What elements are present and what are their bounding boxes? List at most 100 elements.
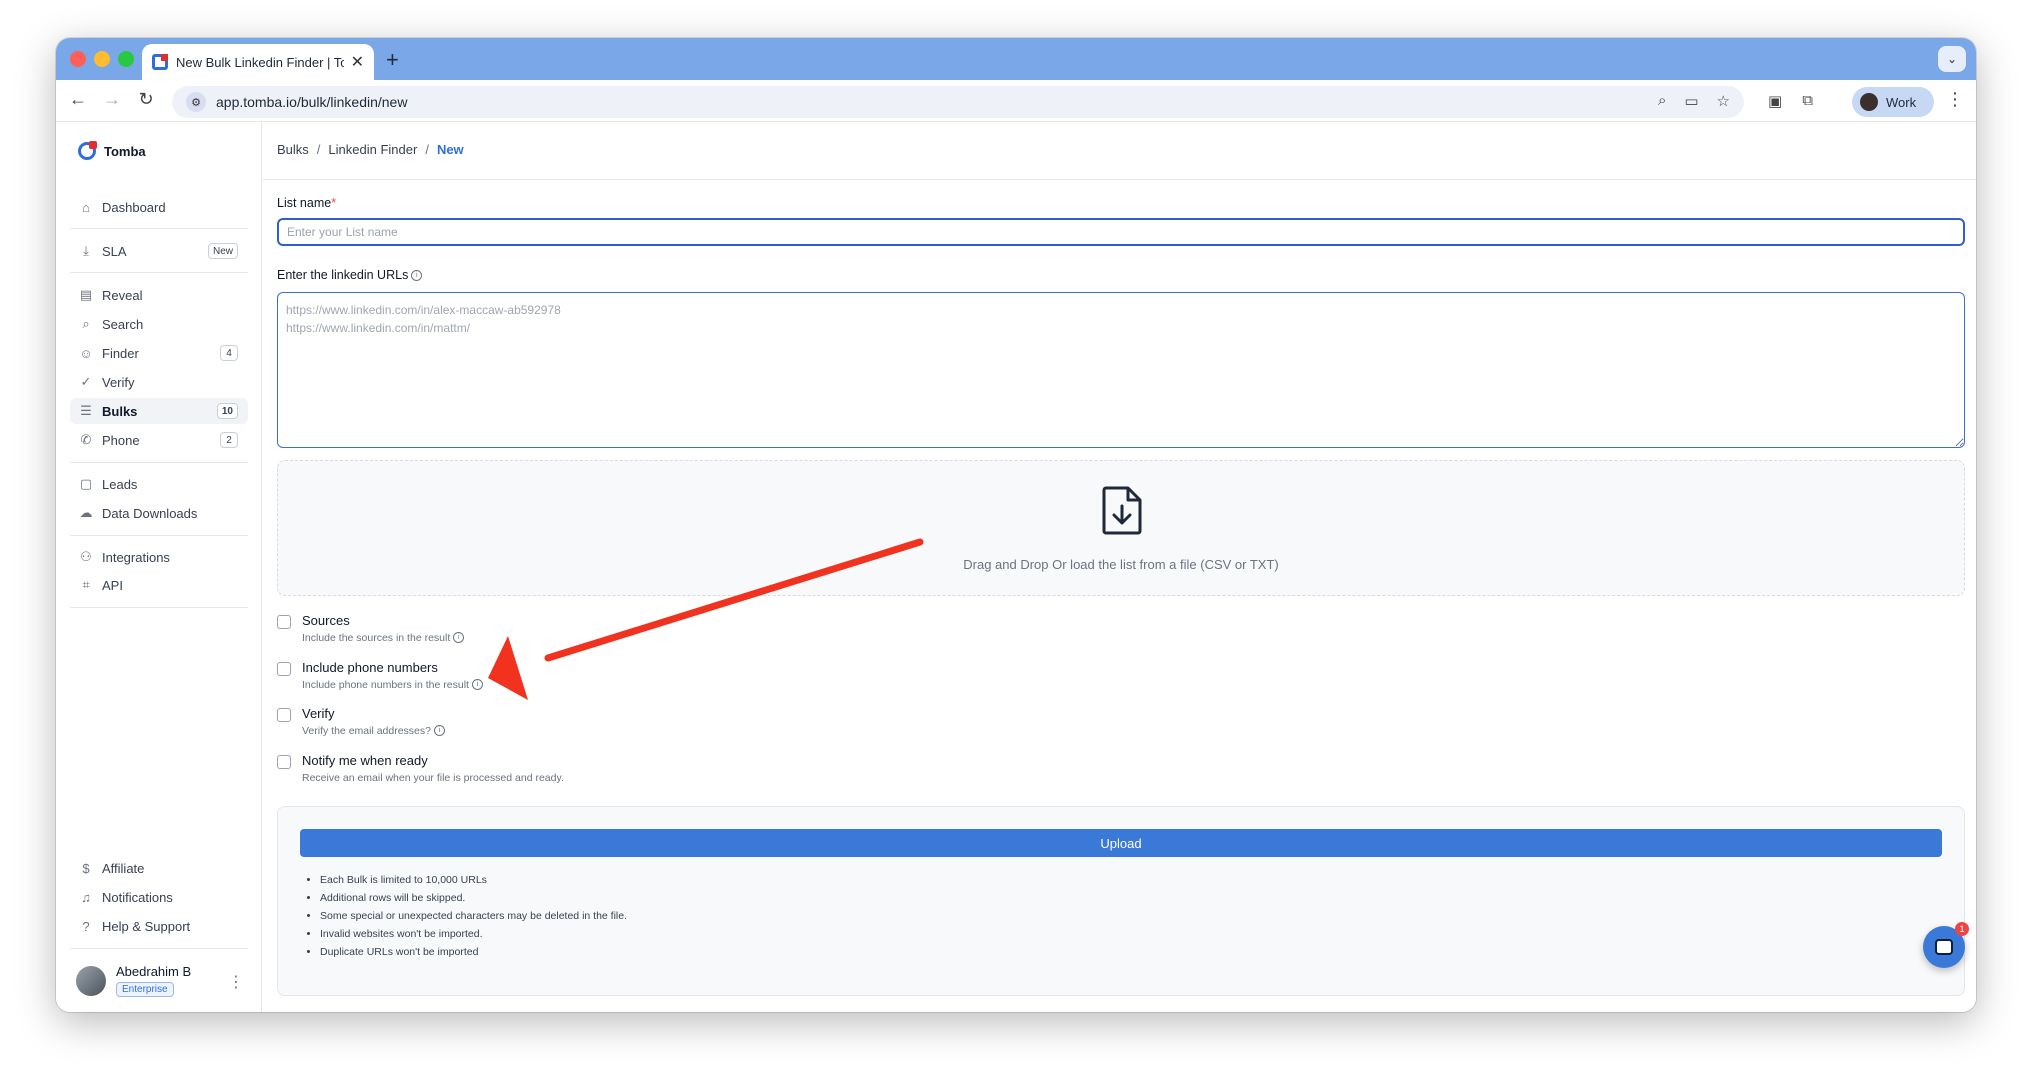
sidebar-item-label: Reveal: [102, 287, 143, 303]
divider: [70, 272, 248, 273]
note-item: Some special or unexpected characters ma…: [320, 907, 627, 925]
bell-icon: ♫: [81, 889, 91, 905]
info-icon[interactable]: i: [453, 632, 465, 643]
sidebar-item-dashboard[interactable]: ⌂ Dashboard: [70, 194, 248, 220]
maximize-window-button[interactable]: [118, 51, 134, 67]
avatar: [76, 965, 106, 996]
sidebar-item-integrations[interactable]: ⚇ Integrations: [70, 544, 248, 570]
info-icon[interactable]: i: [433, 725, 445, 736]
sidebar-item-label: Help & Support: [102, 918, 191, 934]
header-divider: [263, 179, 1976, 180]
code-icon: ⌗: [82, 577, 90, 592]
extensions-puzzle-icon[interactable]: ⧉: [1802, 92, 1813, 110]
sidebar-item-label: API: [102, 577, 123, 593]
option-desc: Receive an email when your file is proce…: [302, 772, 564, 784]
tab-search-button[interactable]: ⌄: [1938, 46, 1966, 72]
note-item: Invalid websites won't be imported.: [320, 925, 627, 943]
lead-file-icon: ▢: [79, 476, 93, 491]
brand[interactable]: Tomba: [78, 141, 146, 160]
info-icon[interactable]: i: [411, 270, 423, 281]
user-name: Abedrahim B: [116, 964, 192, 979]
user-profile[interactable]: Abedrahim B Enterprise: [76, 964, 191, 997]
breadcrumb: Bulks / Linkedin Finder / New: [277, 142, 464, 157]
close-icon[interactable]: ✕: [351, 52, 364, 72]
info-icon[interactable]: i: [471, 679, 483, 690]
option-desc: Verify the email addresses? i: [302, 725, 445, 737]
upload-button[interactable]: Upload: [300, 829, 1942, 857]
profile-avatar: [1860, 93, 1878, 111]
sidebar-item-api[interactable]: ⌗ API: [70, 572, 248, 598]
sidebar-item-reveal[interactable]: ▤ Reveal: [70, 282, 248, 308]
extension-tomba-icon[interactable]: ▣: [1768, 92, 1782, 110]
urls-label: Enter the linkedin URLs i: [277, 268, 423, 282]
sidebar-item-label: Verify: [102, 374, 135, 390]
option-notify: Notify me when ready Receive an email wh…: [277, 753, 564, 784]
site-settings-icon[interactable]: ⚙: [186, 92, 206, 112]
list-name-input[interactable]: [277, 218, 1965, 246]
breadcrumb-bulks[interactable]: Bulks: [277, 142, 309, 157]
download-icon: ⤓: [83, 243, 89, 258]
phone-icon: ✆: [80, 432, 92, 447]
profile-label: Work: [1886, 94, 1917, 110]
tomba-logo-icon: [78, 141, 97, 160]
sidebar-item-verify[interactable]: ✓ Verify: [70, 369, 248, 395]
new-tab-button[interactable]: +: [386, 47, 399, 73]
option-title: Sources: [302, 613, 350, 628]
cloud-icon: ☁: [79, 505, 93, 520]
sidebar-item-bulks[interactable]: ☰ Bulks 10: [70, 398, 248, 424]
breadcrumb-separator: /: [316, 142, 321, 157]
note-item: Duplicate URLs won't be imported: [320, 943, 627, 961]
file-download-icon: [1102, 486, 1142, 535]
breadcrumb-linkedin-finder[interactable]: Linkedin Finder: [328, 142, 417, 157]
address-bar[interactable]: ⚙ app.tomba.io/bulk/linkedin/new ⌕ ▭ ☆: [172, 86, 1744, 118]
sidebar-item-notifications[interactable]: ♫ Notifications: [70, 884, 248, 910]
tab-title: New Bulk Linkedin Finder | To: [176, 54, 344, 70]
browser-tab[interactable]: New Bulk Linkedin Finder | To ✕: [142, 44, 374, 80]
sources-checkbox[interactable]: [277, 615, 291, 629]
profile-button[interactable]: Work: [1852, 87, 1934, 117]
bookmark-star-icon[interactable]: ☆: [1717, 92, 1730, 110]
file-dropzone[interactable]: Drag and Drop Or load the list from a fi…: [277, 460, 1965, 596]
list-icon: ☰: [80, 403, 92, 418]
reload-icon[interactable]: ↻: [134, 89, 158, 110]
sidebar-item-label: Data Downloads: [102, 505, 198, 521]
more-vertical-icon[interactable]: ⋮: [228, 972, 244, 992]
close-window-button[interactable]: [70, 51, 86, 67]
option-desc: Include the sources in the result i: [302, 632, 465, 644]
sidebar-item-affiliate[interactable]: $ Affiliate: [70, 855, 248, 881]
dollar-icon: $: [82, 860, 90, 876]
include-phone-numbers-checkbox[interactable]: [277, 662, 291, 676]
upload-panel: Upload Each Bulk is limited to 10,000 UR…: [277, 806, 1965, 996]
sidebar-item-label: SLA: [102, 243, 127, 259]
sidebar-item-label: Phone: [102, 432, 140, 448]
zoom-icon[interactable]: ⌕: [1658, 92, 1666, 110]
search-icon: ⌕: [82, 316, 90, 331]
cast-icon[interactable]: ▭: [1684, 92, 1698, 110]
sidebar-item-help[interactable]: ? Help & Support: [70, 913, 248, 939]
notify-checkbox[interactable]: [277, 755, 291, 769]
divider: [70, 607, 248, 608]
sidebar: Tomba ⌂ Dashboard ⤓ SLA New ▤ Reveal ⌕ S…: [56, 122, 262, 1012]
linkedin-urls-textarea[interactable]: [277, 292, 1965, 448]
sidebar-item-label: Notifications: [102, 889, 173, 905]
sidebar-item-data-downloads[interactable]: ☁ Data Downloads: [70, 500, 248, 526]
url-text[interactable]: app.tomba.io/bulk/linkedin/new: [216, 94, 407, 110]
back-arrow-icon[interactable]: ←: [66, 89, 90, 110]
sidebar-item-sla[interactable]: ⤓ SLA New: [70, 238, 248, 264]
divider: [70, 462, 248, 463]
sidebar-item-leads[interactable]: ▢ Leads: [70, 471, 248, 497]
minimize-window-button[interactable]: [94, 51, 110, 67]
note-item: Additional rows will be skipped.: [320, 889, 627, 907]
plug-icon: ⚇: [80, 549, 92, 564]
breadcrumb-separator: /: [425, 142, 429, 157]
sidebar-item-search[interactable]: ⌕ Search: [70, 311, 248, 337]
browser-menu-icon[interactable]: ⋮: [1946, 89, 1964, 110]
verify-checkbox[interactable]: [277, 708, 291, 722]
option-title: Include phone numbers: [302, 660, 438, 675]
count-badge: 2: [220, 432, 238, 448]
option-sources: Sources Include the sources in the resul…: [277, 613, 465, 644]
sidebar-item-phone[interactable]: ✆ Phone 2: [70, 427, 248, 453]
forward-arrow-icon[interactable]: →: [100, 89, 124, 110]
sidebar-item-finder[interactable]: ☺ Finder 4: [70, 340, 248, 366]
sidebar-item-label: Leads: [102, 476, 138, 492]
